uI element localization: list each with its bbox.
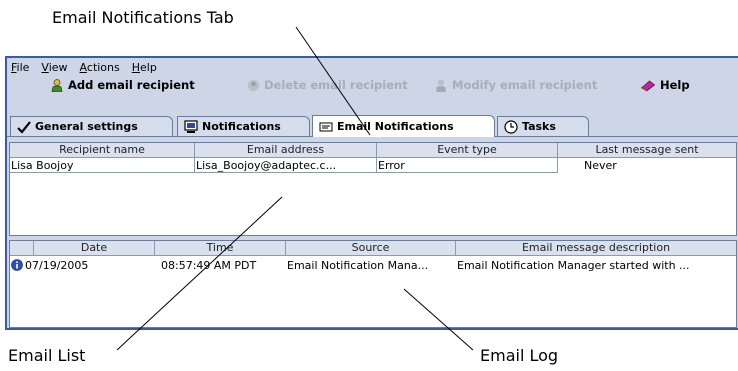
callout-email-log: Email Log xyxy=(480,346,559,365)
column-header-time[interactable]: Time xyxy=(155,241,286,255)
app-window: File View Actions Help Add email recipie… xyxy=(5,56,738,330)
cell-recipient-name: Lisa Boojoy xyxy=(10,158,195,173)
help-book-icon xyxy=(640,79,656,92)
checkmark-icon xyxy=(17,120,31,134)
menu-bar: File View Actions Help xyxy=(7,58,738,77)
column-header-source[interactable]: Source xyxy=(286,241,456,255)
user-modify-icon xyxy=(436,79,446,92)
cell-email-address: Lisa_Boojoy@adaptec.c... xyxy=(195,158,377,173)
monitor-icon xyxy=(184,119,198,133)
table-row[interactable]: 07/19/2005 08:57:49 AM PDT Email Notific… xyxy=(10,258,736,273)
tab-general-settings[interactable]: General settings xyxy=(10,116,173,136)
table-row[interactable]: Lisa Boojoy Lisa_Boojoy@adaptec.c... Err… xyxy=(10,158,736,173)
menu-file[interactable]: File xyxy=(11,61,29,74)
tab-tasks[interactable]: Tasks xyxy=(497,116,589,136)
tab-email-notifications[interactable]: Email Notifications xyxy=(312,115,495,137)
column-header-last-message-sent[interactable]: Last message sent xyxy=(558,143,736,157)
envelope-icon xyxy=(319,122,333,131)
column-header-event-type[interactable]: Event type xyxy=(377,143,558,157)
menu-help[interactable]: Help xyxy=(132,61,157,74)
callout-email-list: Email List xyxy=(8,346,86,365)
info-icon xyxy=(11,259,23,271)
email-list-table: Recipient name Email address Event type … xyxy=(9,142,737,236)
cell-event-type: Error xyxy=(377,158,558,173)
tab-notifications[interactable]: Notifications xyxy=(177,116,310,136)
menu-actions[interactable]: Actions xyxy=(80,61,120,74)
email-log-header: Date Time Source Email message descripti… xyxy=(10,241,736,256)
cell-source: Email Notification Mana... xyxy=(287,259,429,272)
cell-last-message-sent: Never xyxy=(584,159,617,172)
clock-icon xyxy=(504,119,518,134)
column-header-icon[interactable] xyxy=(10,241,34,255)
delete-email-recipient-button[interactable]: Delete email recipient xyxy=(247,78,408,92)
add-email-recipient-button[interactable]: Add email recipient xyxy=(51,78,195,92)
column-header-email-address[interactable]: Email address xyxy=(195,143,377,157)
email-list-header: Recipient name Email address Event type … xyxy=(10,143,736,158)
user-add-icon xyxy=(51,78,63,92)
user-delete-icon xyxy=(248,79,259,91)
column-header-recipient-name[interactable]: Recipient name xyxy=(10,143,195,157)
help-button[interactable]: Help xyxy=(640,78,690,92)
column-header-date[interactable]: Date xyxy=(34,241,155,255)
modify-email-recipient-button[interactable]: Modify email recipient xyxy=(435,78,597,92)
cell-time: 08:57:49 AM PDT xyxy=(161,259,257,272)
tab-strip: General settings Notifications Email Not… xyxy=(7,115,738,138)
callout-email-notifications-tab: Email Notifications Tab xyxy=(52,8,234,27)
column-header-email-message-description[interactable]: Email message description xyxy=(456,241,736,255)
cell-email-message-description: Email Notification Manager started with … xyxy=(457,259,690,272)
toolbar: Add email recipient Delete email recipie… xyxy=(7,77,738,99)
email-log-table: Date Time Source Email message descripti… xyxy=(9,240,737,328)
menu-view[interactable]: View xyxy=(41,61,67,74)
cell-date: 07/19/2005 xyxy=(10,258,155,273)
